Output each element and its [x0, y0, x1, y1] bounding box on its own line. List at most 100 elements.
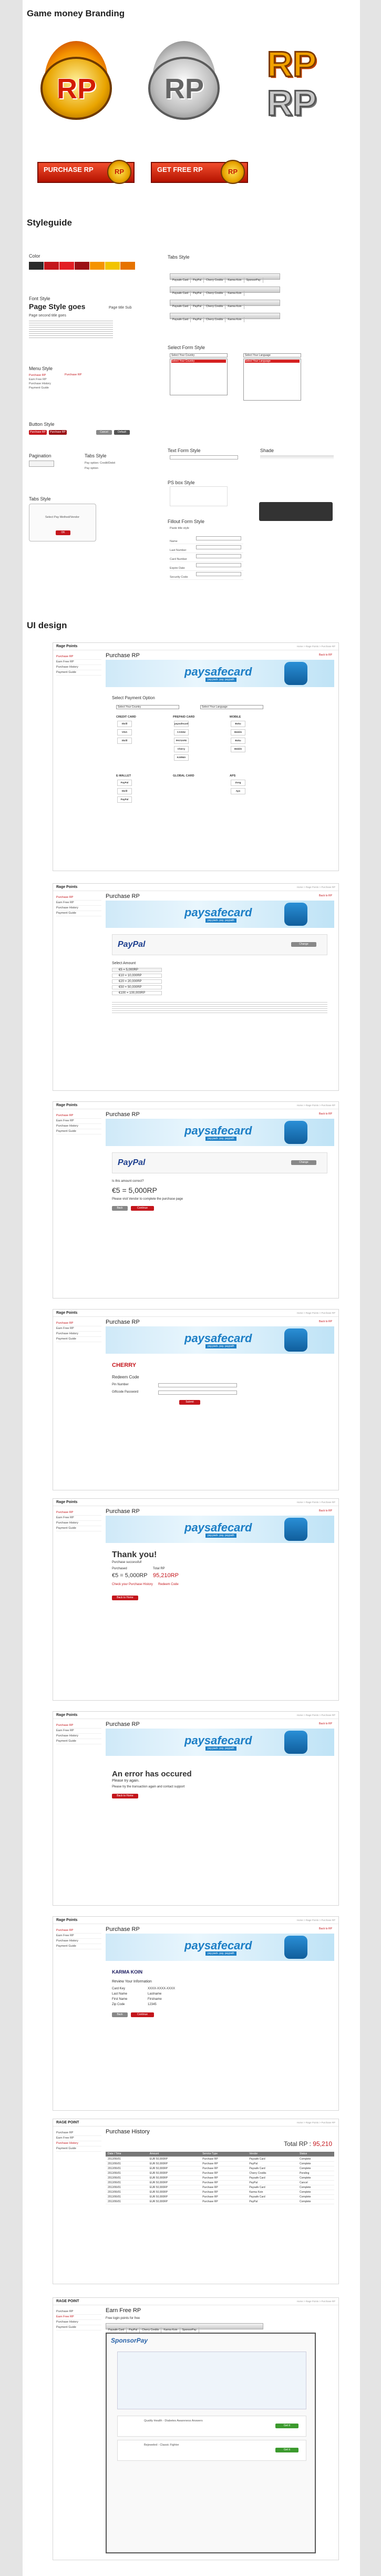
sidebar-item[interactable]: Purchase RP: [56, 1510, 101, 1516]
country-dropdown-list[interactable]: Select Your Country: [170, 359, 228, 395]
sidebar-item[interactable]: Purchase History: [56, 1124, 101, 1129]
country-select[interactable]: Select Your Country: [116, 705, 179, 709]
name-field[interactable]: [196, 536, 241, 540]
sidebar-item[interactable]: Payment Guide: [56, 911, 101, 916]
payment-method-button[interactable]: Mobile: [231, 746, 245, 752]
tab-option[interactable]: Pay option: [85, 467, 98, 470]
get-offer-button[interactable]: Get it: [275, 2448, 298, 2452]
payment-method-button[interactable]: PayPal: [117, 780, 132, 786]
back-link[interactable]: Back to RP: [319, 1927, 332, 1930]
offer-tab-bar[interactable]: Paysafe Card PayPal Cherry Credits Karma Ko…: [106, 2323, 263, 2333]
back-button[interactable]: Back: [112, 2012, 128, 2017]
sidebar-item[interactable]: Earn Free RP: [56, 1326, 101, 1332]
tab-option[interactable]: Pay option: Credit/Debit: [85, 462, 115, 465]
sidebar-item[interactable]: Purchase History: [56, 1332, 101, 1337]
payment-method-button[interactable]: Cherry: [174, 746, 189, 752]
sidebar-item[interactable]: Purchase RP: [56, 2131, 101, 2136]
sidebar-item[interactable]: Purchase RP: [56, 895, 101, 901]
payment-method-button[interactable]: Skrill: [117, 721, 132, 727]
sidebar-item[interactable]: Payment Guide: [56, 1526, 101, 1531]
sidebar-item[interactable]: Purchase RP: [56, 1723, 101, 1729]
payment-method-button[interactable]: KARMA: [174, 754, 189, 761]
sidebar-item[interactable]: Payment Guide: [56, 2146, 101, 2152]
back-link[interactable]: Back to RP: [319, 653, 332, 657]
offer-row[interactable]: Quality Health - Diabetes Awareness Answ…: [117, 2416, 306, 2437]
payment-method-button[interactable]: PAYSAFE: [174, 738, 189, 744]
menu-item[interactable]: Payment Guide: [29, 386, 61, 390]
sidebar-item[interactable]: Purchase History: [56, 665, 101, 670]
country-select[interactable]: Select Your Country: [170, 353, 228, 357]
tab-sponsor[interactable]: SponsorPay: [244, 278, 263, 283]
payment-method-button[interactable]: Zong: [231, 780, 245, 786]
pin-field[interactable]: [158, 1383, 237, 1387]
tab-bar-sample[interactable]: Paysafe Card PayPal Cherry Credits Karma Ko…: [170, 273, 280, 283]
payment-method-button[interactable]: Skrill: [117, 788, 132, 794]
sidebar-item[interactable]: Earn Free RP: [56, 1729, 101, 1734]
back-link[interactable]: Back to RP: [319, 894, 332, 897]
sidebar-item[interactable]: Payment Guide: [56, 1739, 101, 1744]
language-select[interactable]: Select Your Language: [243, 353, 301, 357]
menu-item[interactable]: Purchase RP: [29, 373, 61, 377]
sample-dark-red-button[interactable]: Purchase RP: [49, 430, 67, 435]
tab-paysafe[interactable]: Paysafe Card: [170, 278, 191, 283]
continue-button[interactable]: Continue: [131, 2012, 154, 2017]
history-link[interactable]: Check your Purchase History: [112, 1583, 153, 1586]
tab-bar-sample[interactable]: Paysafe Card PayPal Cherry Credits Karma Ko…: [170, 313, 280, 322]
sidebar-item[interactable]: Earn Free RP: [56, 2315, 101, 2320]
sidebar-item[interactable]: Purchase RP: [56, 1321, 101, 1326]
password-field[interactable]: [158, 1391, 237, 1395]
sidebar-item[interactable]: Payment Guide: [56, 2325, 101, 2330]
tab-karma[interactable]: Karma Koin: [225, 278, 244, 283]
redeem-link[interactable]: Redeem Code: [158, 1583, 179, 1586]
back-button[interactable]: Back: [112, 1206, 128, 1211]
security-code-field[interactable]: [196, 572, 241, 576]
sidebar-item[interactable]: Purchase History: [56, 906, 101, 911]
offer-row[interactable]: Bejeweled - Classic Fighter Get it: [117, 2440, 306, 2461]
language-dropdown-list[interactable]: Select Your Language: [243, 359, 301, 401]
sidebar-item[interactable]: Earn Free RP: [56, 2136, 101, 2141]
sidebar-item[interactable]: Purchase RP: [56, 2309, 101, 2315]
sidebar-item[interactable]: Payment Guide: [56, 1129, 101, 1134]
sidebar-item[interactable]: Earn Free RP: [56, 1934, 101, 1939]
sample-cancel-button[interactable]: Cancel: [96, 430, 112, 435]
change-vendor-button[interactable]: Change: [291, 1160, 316, 1165]
continue-button[interactable]: Continue: [131, 1206, 154, 1211]
tab-bar-sample[interactable]: Paysafe Card PayPal Cherry Credits Karma Ko…: [170, 300, 280, 309]
back-link[interactable]: Back to RP: [319, 1320, 332, 1323]
sidebar-item[interactable]: Payment Guide: [56, 670, 101, 676]
sidebar-item[interactable]: Purchase RP: [56, 1928, 101, 1934]
payment-method-button[interactable]: Boku: [231, 721, 245, 727]
sidebar-item[interactable]: Payment Guide: [56, 1337, 101, 1342]
back-home-button[interactable]: Back to Home: [112, 1596, 138, 1600]
sidebar-item[interactable]: Earn Free RP: [56, 901, 101, 906]
amount-option[interactable]: €100 = 100,000RP: [112, 991, 162, 995]
sample-red-button[interactable]: Purchase RP: [29, 430, 47, 435]
sidebar-item[interactable]: Purchase History: [56, 1521, 101, 1526]
change-vendor-button[interactable]: Change: [291, 942, 316, 947]
get-free-rp-button[interactable]: GET FREE RP RP: [151, 160, 248, 184]
amount-option[interactable]: €20 = 20,000RP: [112, 979, 162, 984]
amount-option[interactable]: €50 = 50,000RP: [112, 985, 162, 989]
tab-cherry[interactable]: Cherry Credits: [204, 278, 226, 283]
sidebar-item[interactable]: Purchase RP: [56, 1113, 101, 1119]
amount-option[interactable]: €5 = 5,000RP: [112, 968, 162, 972]
expire-date-field[interactable]: [196, 563, 241, 567]
text-form-sample[interactable]: [170, 455, 238, 459]
last-number-field[interactable]: [196, 545, 241, 549]
card-number-field[interactable]: [196, 554, 241, 558]
get-offer-button[interactable]: Get it: [275, 2424, 298, 2428]
language-select[interactable]: Select Your Language: [200, 705, 263, 709]
sample-default-button[interactable]: Default: [114, 430, 130, 435]
payment-method-button[interactable]: Aps: [231, 788, 245, 794]
payment-method-button[interactable]: PayPal: [117, 796, 132, 803]
amount-option[interactable]: €10 = 10,000RP: [112, 974, 162, 978]
payment-method-button[interactable]: VISA: [117, 729, 132, 735]
submit-button[interactable]: Submit: [179, 1400, 200, 1405]
sidebar-item[interactable]: Payment Guide: [56, 1944, 101, 1949]
sidebar-item[interactable]: Purchase History: [56, 1939, 101, 1944]
payment-method-button[interactable]: CASHU: [174, 729, 189, 735]
sidebar-item[interactable]: Earn Free RP: [56, 1516, 101, 1521]
payment-method-button[interactable]: paysafecard: [174, 721, 189, 727]
pagination-control[interactable]: [29, 461, 54, 467]
sidebar-item[interactable]: Earn Free RP: [56, 660, 101, 665]
